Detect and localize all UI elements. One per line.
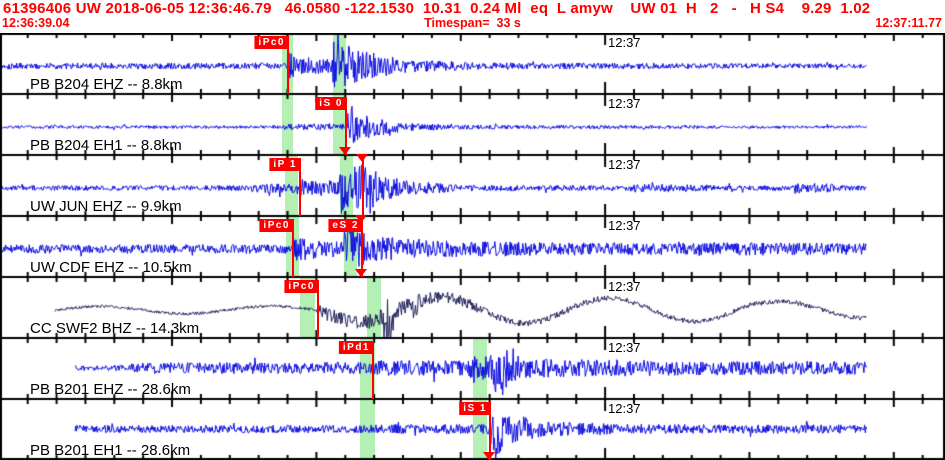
pick-triangle-marker <box>355 269 367 277</box>
trace-row[interactable]: 12:37 PB B201 EHZ -- 28.6km iPd1 <box>0 338 945 399</box>
trace-row[interactable]: 12:37 PB B204 EHZ -- 8.8km iPc0 <box>0 33 945 94</box>
minute-tick-label: 12:37 <box>608 401 641 416</box>
trace-row[interactable]: 12:37 UW JUN EHZ -- 9.9km iP 1 <box>0 154 945 216</box>
minute-tick-label: 12:37 <box>608 96 641 111</box>
station-label: PB B201 EH1 -- 28.6km <box>30 442 191 459</box>
phase-pick-label[interactable]: iPc0 <box>259 219 293 232</box>
station-label: PB B204 EH1 -- 8.8km <box>30 137 182 154</box>
minute-tick-label: 12:37 <box>608 340 641 355</box>
minute-tick-label: 12:37 <box>608 157 641 172</box>
station-label: UW CDF EHZ -- 10.5km <box>30 259 192 276</box>
station-label: PB B201 EHZ -- 28.6km <box>30 381 191 398</box>
station-label: UW JUN EHZ -- 9.9km <box>30 198 182 215</box>
phase-pick-label[interactable]: iPd1 <box>338 341 373 354</box>
minute-tick-label: 12:37 <box>608 35 641 50</box>
minute-tick-label: 12:37 <box>608 279 641 294</box>
minute-tick-label: 12:37 <box>608 218 641 233</box>
trace-row[interactable]: 12:37 UW CDF EHZ -- 10.5km iPc0 eS 2 <box>0 215 945 277</box>
station-label: CC SWF2 BHZ -- 14.3km <box>30 320 200 337</box>
pick-triangle-marker <box>339 147 351 155</box>
phase-pick-label[interactable]: iP 1 <box>269 158 300 171</box>
trace-row[interactable]: 12:37 PB B204 EH1 -- 8.8km iS 0 <box>0 94 945 155</box>
phase-pick-line[interactable] <box>362 155 364 216</box>
phase-pick-label[interactable]: iS 1 <box>459 402 490 415</box>
trace-row[interactable]: 12:37 PB B201 EH1 -- 28.6km iS 1 <box>0 399 945 460</box>
trace-rows-layer: 12:37 PB B204 EHZ -- 8.8km iPc0 12:37 PB… <box>0 0 945 460</box>
phase-pick-label[interactable]: iS 0 <box>315 97 346 110</box>
phase-pick-label[interactable]: iPc0 <box>284 280 318 293</box>
phase-pick-label[interactable]: iPc0 <box>254 36 288 49</box>
trace-row[interactable]: 12:37 CC SWF2 BHZ -- 14.3km iPc0 <box>0 277 945 338</box>
pick-triangle-marker <box>483 452 495 460</box>
seismic-review-window: 61396406 UW 2018-06-05 12:36:46.79 46.05… <box>0 0 945 460</box>
pick-triangle-marker <box>355 215 367 223</box>
pick-triangle-marker <box>356 154 368 162</box>
station-label: PB B204 EHZ -- 8.8km <box>30 76 183 93</box>
